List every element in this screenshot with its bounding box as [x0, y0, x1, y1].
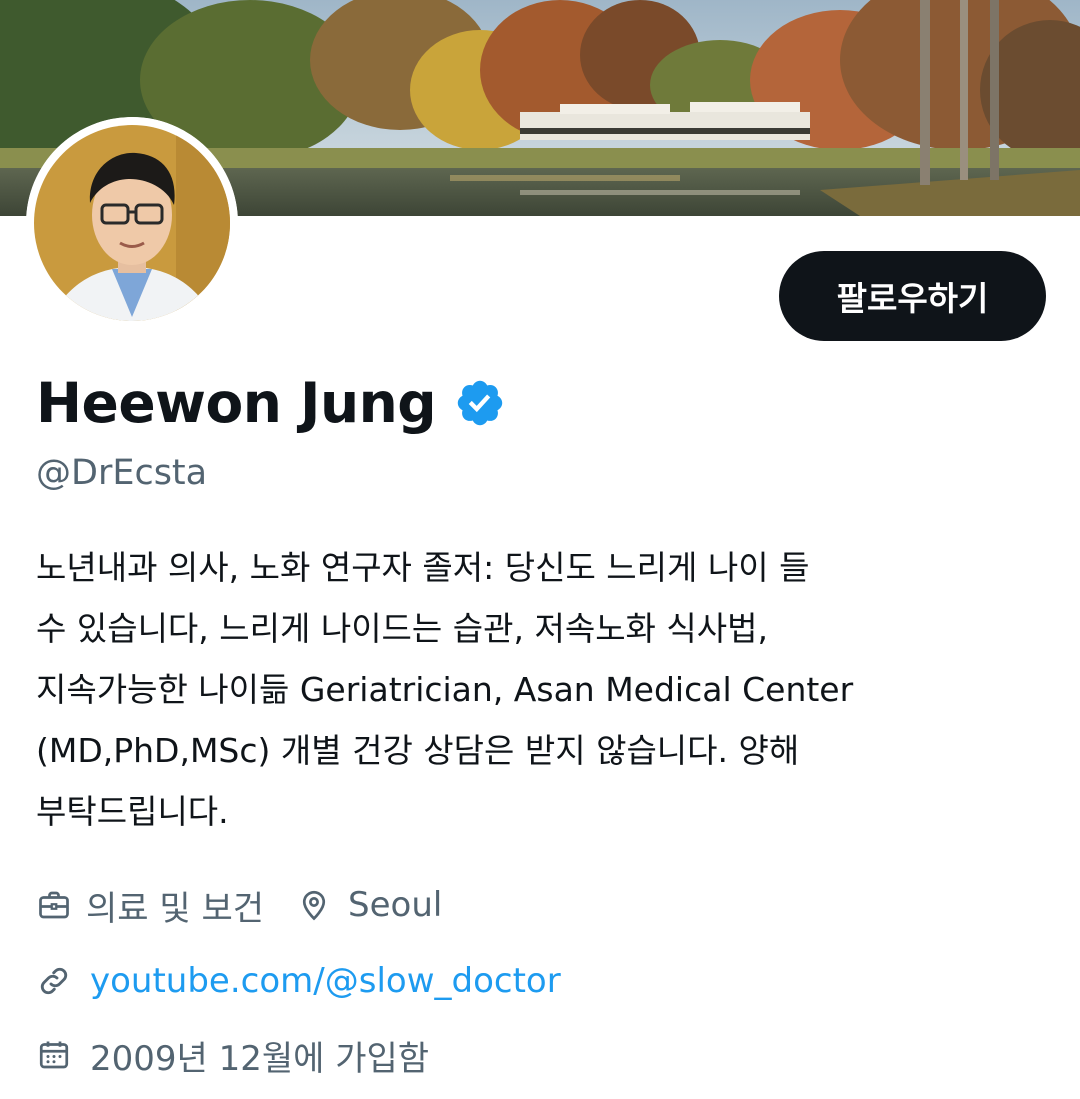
- profile-name-row: Heewon Jung: [36, 366, 506, 440]
- avatar-photo-illustration: [26, 117, 238, 329]
- profile-display-name: Heewon Jung: [36, 371, 437, 435]
- profile-joined-date: 2009년 12월에 가입함: [90, 1038, 430, 1079]
- follow-button[interactable]: 팔로우하기: [779, 251, 1046, 341]
- profile-bio: 노년내과 의사, 노화 연구자 졸저: 당신도 느리게 나이 들 수 있습니다,…: [36, 537, 1036, 842]
- bio-line: 부탁드립니다.: [36, 792, 229, 831]
- profile-category: 의료 및 보건: [36, 881, 264, 930]
- profile-meta-row-1: 의료 및 보건 Seoul: [36, 878, 442, 932]
- bio-line: (MD,PhD,MSc) 개별 건강 상담은 받지 않습니다. 양해: [36, 731, 800, 770]
- profile-meta-row-3: 2009년 12월에 가입함: [36, 1028, 429, 1082]
- profile-location-text: Seoul: [348, 885, 443, 925]
- verified-badge-icon[interactable]: [454, 377, 506, 429]
- bio-line: 노년내과 의사, 노화 연구자 졸저: 당신도 느리게 나이 들: [36, 548, 810, 587]
- profile-meta-row-2: youtube.com/@slow_doctor: [36, 954, 561, 1008]
- briefcase-icon: [39, 891, 69, 919]
- profile-avatar[interactable]: [26, 117, 238, 329]
- calendar-icon: [39, 1041, 69, 1069]
- profile-website-link[interactable]: youtube.com/@slow_doctor: [90, 961, 561, 1001]
- bio-line: 수 있습니다, 느리게 나이드는 습관, 저속노화 식사법,: [36, 609, 768, 648]
- profile-category-text: 의료 및 보건: [86, 888, 265, 929]
- profile-location: Seoul: [296, 885, 442, 925]
- profile-handle: @DrEcsta: [36, 453, 208, 493]
- location-pin-icon: [302, 890, 326, 921]
- bio-line: 지속가능한 나이듦 Geriatrician, Asan Medical Cen…: [36, 670, 854, 709]
- link-icon: [40, 967, 68, 995]
